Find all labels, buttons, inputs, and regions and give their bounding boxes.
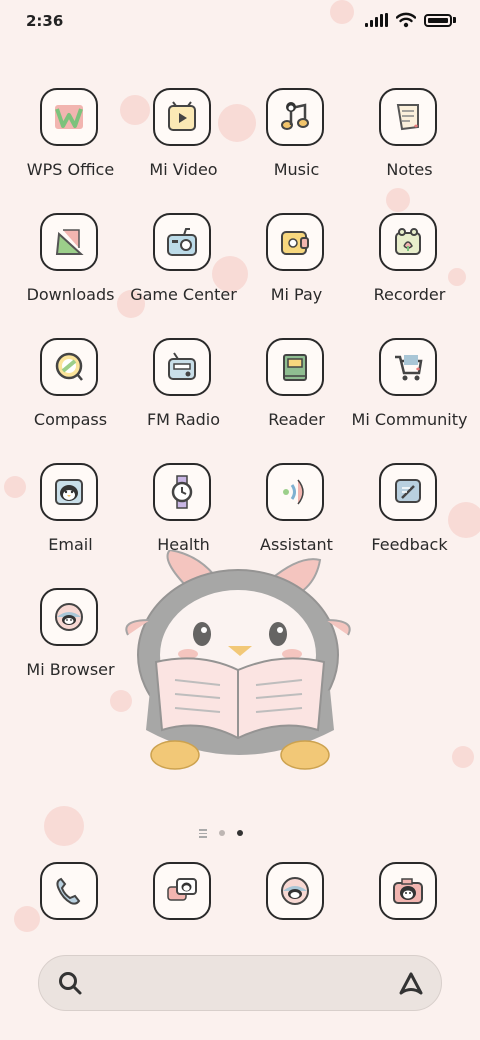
feedback-icon — [379, 463, 437, 521]
dock-camera[interactable] — [353, 862, 466, 922]
app-fm-radio[interactable]: FM Radio — [127, 338, 240, 458]
status-time: 2:36 — [26, 12, 64, 30]
search-icon[interactable] — [57, 970, 83, 996]
dock — [0, 862, 480, 926]
browser-icon — [266, 862, 324, 920]
app-label: Assistant — [260, 535, 333, 554]
video-icon — [153, 88, 211, 146]
app-label: Recorder — [373, 285, 446, 304]
app-label: Feedback — [371, 535, 448, 554]
app-label: Health — [157, 535, 210, 554]
app-assistant[interactable]: Assistant — [240, 463, 353, 583]
dock-browser[interactable] — [240, 862, 353, 922]
app-label: Reader — [268, 410, 325, 429]
battery-icon — [424, 13, 452, 27]
signal-icon — [365, 13, 388, 27]
wifi-icon — [396, 12, 416, 28]
app-label: Downloads — [26, 285, 115, 304]
app-mi-pay[interactable]: Mi Pay — [240, 213, 353, 333]
downloads-icon — [40, 213, 98, 271]
wallet-icon — [266, 213, 324, 271]
app-email[interactable]: Email — [14, 463, 127, 583]
bokeh-dot — [44, 806, 84, 846]
app-mi-community[interactable]: Mi Community — [352, 338, 467, 458]
bokeh-dot — [452, 746, 474, 768]
app-reader[interactable]: Reader — [240, 338, 353, 458]
notes-icon — [379, 88, 437, 146]
watch-icon — [153, 463, 211, 521]
app-label: Mi Browser — [26, 660, 115, 679]
app-label: Mi Pay — [270, 285, 323, 304]
app-label: Mi Community — [351, 410, 468, 429]
app-recorder[interactable]: Recorder — [353, 213, 466, 333]
dock-phone[interactable] — [14, 862, 127, 922]
app-wps-office[interactable]: WPS Office — [14, 88, 127, 208]
app-label: WPS Office — [26, 160, 115, 179]
status-icons — [365, 12, 456, 28]
page-list-icon — [199, 829, 207, 838]
email-icon — [40, 463, 98, 521]
app-mi-video[interactable]: Mi Video — [127, 88, 240, 208]
messages-icon — [153, 862, 211, 920]
game-center-icon — [153, 213, 211, 271]
app-feedback[interactable]: Feedback — [353, 463, 466, 583]
page-indicator[interactable] — [199, 829, 243, 838]
wps-office-icon — [40, 88, 98, 146]
app-label: Mi Video — [149, 160, 218, 179]
compass-icon — [40, 338, 98, 396]
assistant-icon — [266, 463, 324, 521]
app-compass[interactable]: Compass — [14, 338, 127, 458]
browser-icon — [40, 588, 98, 646]
search-bar[interactable] — [38, 955, 442, 1011]
app-label: Email — [48, 535, 93, 554]
radio-icon — [153, 338, 211, 396]
page-dot — [219, 830, 225, 837]
app-downloads[interactable]: Downloads — [14, 213, 127, 333]
music-icon — [266, 88, 324, 146]
book-icon — [266, 338, 324, 396]
dock-messages[interactable] — [127, 862, 240, 922]
app-label: Notes — [386, 160, 433, 179]
app-label: Music — [273, 160, 320, 179]
app-music[interactable]: Music — [240, 88, 353, 208]
app-health[interactable]: Health — [127, 463, 240, 583]
app-game-center[interactable]: Game Center — [127, 213, 240, 333]
penguin-wallpaper — [125, 550, 351, 770]
app-label: FM Radio — [146, 410, 221, 429]
status-bar: 2:36 — [0, 0, 480, 44]
app-label: Compass — [33, 410, 108, 429]
page-dot-active — [237, 830, 243, 837]
app-mi-browser[interactable]: Mi Browser — [14, 588, 127, 708]
camera-icon — [379, 862, 437, 920]
community-icon — [379, 338, 437, 396]
app-label: Game Center — [130, 285, 237, 304]
app-notes[interactable]: Notes — [353, 88, 466, 208]
recorder-icon — [379, 213, 437, 271]
assistant-a-icon[interactable] — [397, 969, 425, 997]
phone-icon — [40, 862, 98, 920]
